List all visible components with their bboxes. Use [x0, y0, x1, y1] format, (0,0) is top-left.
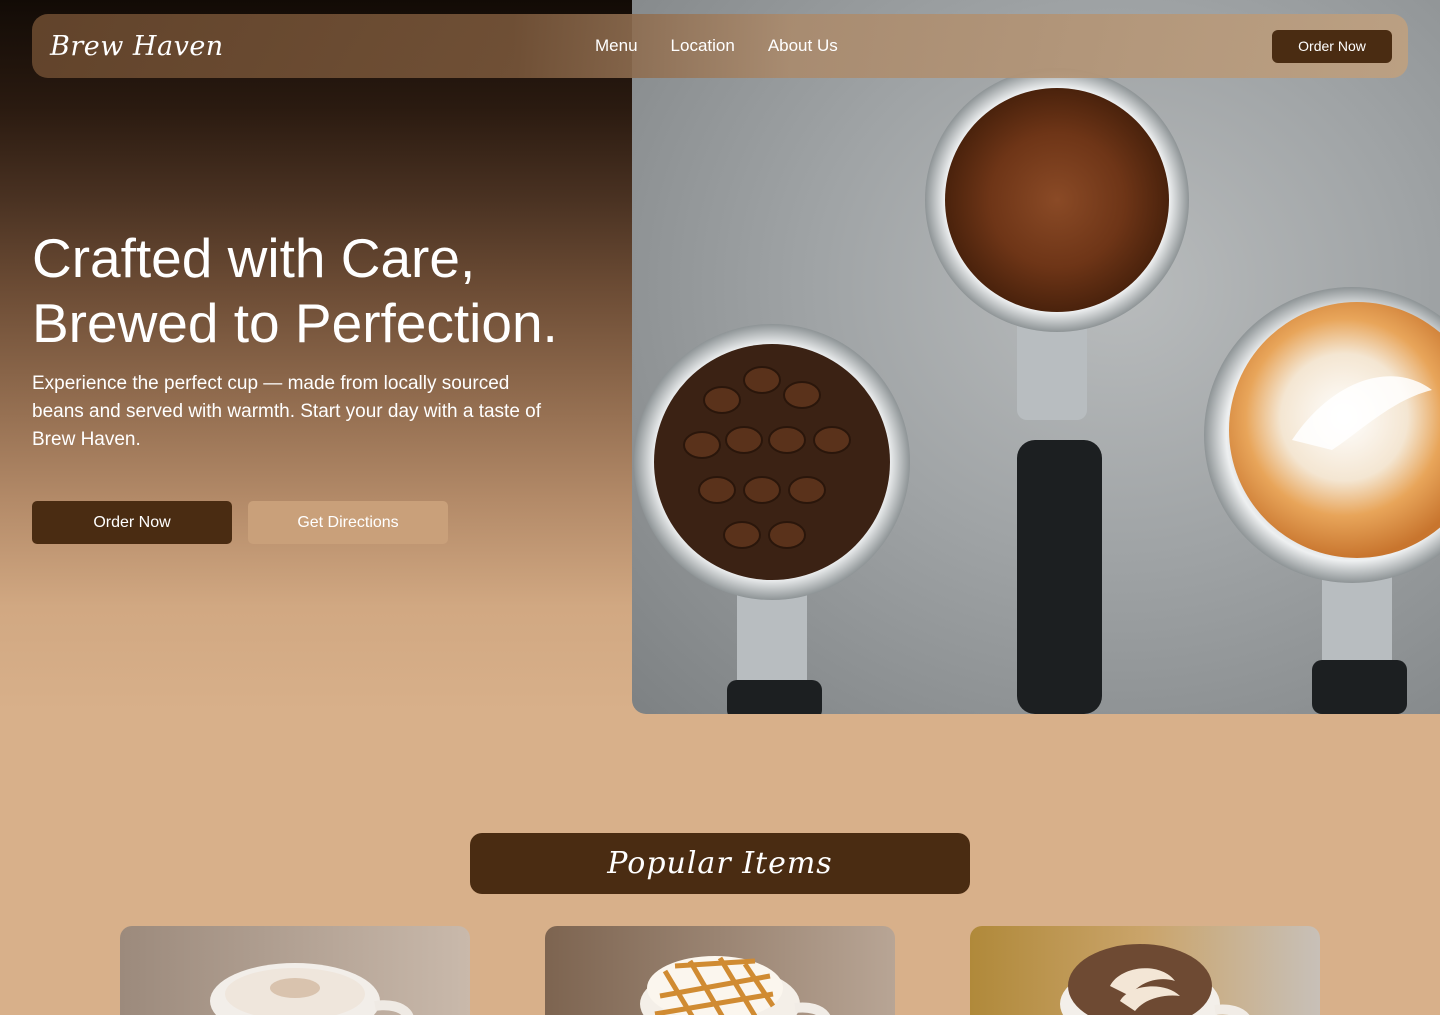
nav-link-location[interactable]: Location	[671, 36, 735, 56]
nav-link-menu[interactable]: Menu	[595, 36, 638, 56]
latte-art-image	[970, 926, 1320, 1015]
caramel-macchiato-image	[545, 926, 895, 1015]
get-directions-button[interactable]: Get Directions	[248, 501, 448, 544]
hero-image	[632, 0, 1440, 714]
navbar: Brew Haven Menu Location About Us Order …	[32, 14, 1408, 78]
hero-title-line-1: Crafted with Care,	[32, 227, 476, 289]
popular-item-card-2[interactable]	[545, 926, 895, 1015]
nav-order-now-button[interactable]: Order Now	[1272, 29, 1392, 63]
popular-items-banner: Popular Items	[470, 833, 970, 894]
cappuccino-image	[120, 926, 470, 1015]
popular-item-card-1[interactable]	[120, 926, 470, 1015]
hero-subtitle: Experience the perfect cup — made from l…	[32, 373, 542, 450]
popular-item-card-3[interactable]	[970, 926, 1320, 1015]
hero-title-line-2: Brewed to Perfection.	[32, 292, 558, 354]
brand-logo[interactable]: Brew Haven	[50, 31, 224, 62]
hero-title: Crafted with Care, Brewed to Perfection.	[32, 226, 612, 356]
nav-links: Menu Location About Us	[595, 14, 838, 78]
popular-items-title: Popular Items	[607, 846, 833, 881]
hero-order-now-button[interactable]: Order Now	[32, 501, 232, 544]
hero-background	[0, 0, 632, 714]
nav-link-about-us[interactable]: About Us	[768, 36, 838, 56]
